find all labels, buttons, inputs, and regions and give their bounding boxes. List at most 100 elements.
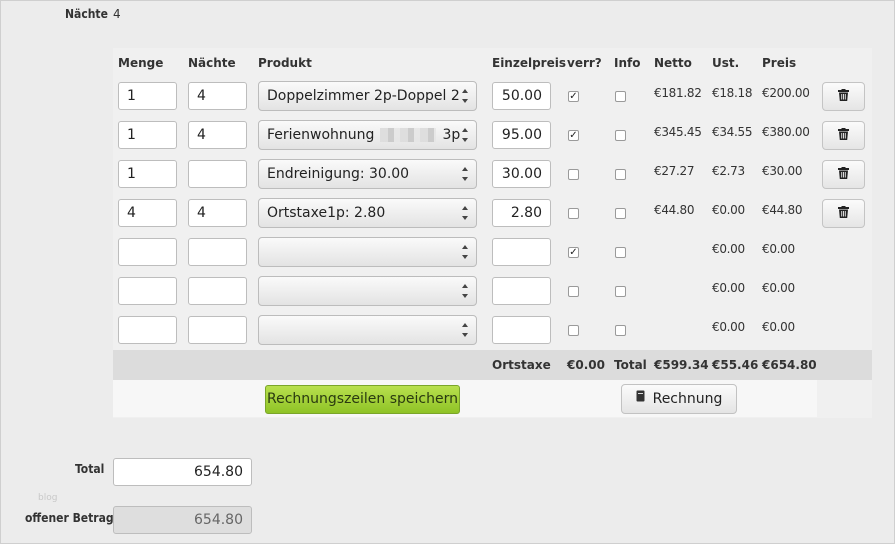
naechte-input[interactable]: 4 bbox=[188, 121, 247, 149]
naechte-value: 4 bbox=[113, 7, 121, 21]
naechte-input[interactable]: 4 bbox=[188, 199, 247, 227]
column-header: Produkt bbox=[258, 56, 312, 70]
delete-row-button[interactable] bbox=[822, 160, 865, 189]
select-arrows-icon bbox=[462, 245, 468, 259]
column-header: Netto bbox=[654, 56, 692, 70]
summary-netto: €599.34 bbox=[654, 358, 709, 372]
select-arrows-icon bbox=[462, 323, 468, 337]
checkmark-icon: ✓ bbox=[569, 247, 578, 258]
naechte-input[interactable] bbox=[188, 160, 247, 188]
verrechnet-checkbox[interactable]: ✓ bbox=[568, 247, 579, 258]
menge-input[interactable] bbox=[118, 316, 177, 344]
info-checkbox[interactable] bbox=[615, 169, 626, 180]
summary-total-label: Total bbox=[614, 358, 647, 372]
offener-betrag-field: 654.80 bbox=[113, 506, 252, 534]
naechte-input[interactable]: 4 bbox=[188, 82, 247, 110]
offener-betrag-label: offener Betrag bbox=[25, 511, 114, 525]
einzelpreis-input[interactable]: 50.00 bbox=[492, 82, 551, 110]
ust-value: €0.00 bbox=[712, 281, 745, 295]
produkt-select[interactable]: Ortstaxe1p: 2.80 bbox=[258, 198, 477, 228]
menge-input[interactable]: 1 bbox=[118, 121, 177, 149]
redacted-text bbox=[380, 128, 437, 142]
ust-value: €0.00 bbox=[712, 320, 745, 334]
summary-preis: €654.80 bbox=[762, 358, 817, 372]
produkt-select[interactable] bbox=[258, 315, 477, 345]
einzelpreis-input[interactable]: 30.00 bbox=[492, 160, 551, 188]
info-checkbox[interactable] bbox=[615, 208, 626, 219]
produkt-select-value: Endreinigung: 30.00 bbox=[267, 166, 410, 182]
delete-row-button[interactable] bbox=[822, 121, 865, 150]
info-checkbox[interactable] bbox=[615, 325, 626, 336]
produkt-select[interactable]: Endreinigung: 30.00 bbox=[258, 159, 477, 189]
trash-icon bbox=[838, 88, 849, 101]
naechte-input[interactable] bbox=[188, 316, 247, 344]
total-field[interactable]: 654.80 bbox=[113, 458, 252, 486]
select-arrows-icon bbox=[462, 284, 468, 298]
einzelpreis-input[interactable] bbox=[492, 277, 551, 305]
menge-input[interactable] bbox=[118, 238, 177, 266]
naechte-input[interactable] bbox=[188, 277, 247, 305]
trash-icon bbox=[838, 205, 849, 218]
invoice-button[interactable]: Rechnung bbox=[621, 384, 737, 414]
preis-value: €0.00 bbox=[762, 320, 795, 334]
einzelpreis-input[interactable] bbox=[492, 316, 551, 344]
info-checkbox[interactable] bbox=[615, 91, 626, 102]
menge-input[interactable]: 1 bbox=[118, 160, 177, 188]
trash-icon bbox=[838, 127, 849, 140]
verrechnet-checkbox[interactable] bbox=[568, 208, 579, 219]
einzelpreis-input[interactable]: 95.00 bbox=[492, 121, 551, 149]
preis-value: €30.00 bbox=[762, 164, 803, 178]
verrechnet-checkbox[interactable]: ✓ bbox=[568, 91, 579, 102]
produkt-select[interactable]: Doppelzimmer 2p-Doppel 2 bbox=[258, 81, 477, 111]
menge-input[interactable]: 1 bbox=[118, 82, 177, 110]
info-checkbox[interactable] bbox=[615, 130, 626, 141]
total-label: Total bbox=[75, 462, 105, 476]
column-header: verr? bbox=[567, 56, 602, 70]
select-arrows-icon bbox=[462, 167, 468, 181]
naechte-input[interactable] bbox=[188, 238, 247, 266]
verrechnet-checkbox[interactable]: ✓ bbox=[568, 130, 579, 141]
ust-value: €2.73 bbox=[712, 164, 745, 178]
select-arrows-icon bbox=[462, 128, 468, 142]
select-arrows-icon bbox=[462, 89, 468, 103]
save-lines-button[interactable]: Rechnungszeilen speichern bbox=[265, 385, 460, 414]
invoice-button-label: Rechnung bbox=[652, 391, 723, 407]
menge-input[interactable]: 4 bbox=[118, 199, 177, 227]
preis-value: €0.00 bbox=[762, 242, 795, 256]
checkmark-icon: ✓ bbox=[569, 130, 578, 141]
ust-value: €34.55 bbox=[712, 125, 753, 139]
produkt-select[interactable]: Ferienwohnung 3p bbox=[258, 120, 477, 150]
einzelpreis-input[interactable] bbox=[492, 238, 551, 266]
netto-value: €27.27 bbox=[654, 164, 695, 178]
column-header: Menge bbox=[118, 56, 164, 70]
info-checkbox[interactable] bbox=[615, 286, 626, 297]
preis-value: €200.00 bbox=[762, 86, 810, 100]
menge-input[interactable] bbox=[118, 277, 177, 305]
column-header: Nächte bbox=[188, 56, 236, 70]
produkt-select[interactable] bbox=[258, 237, 477, 267]
column-header: Einzelpreis bbox=[492, 56, 566, 70]
delete-row-button[interactable] bbox=[822, 82, 865, 111]
select-arrows-icon bbox=[462, 206, 468, 220]
verrechnet-checkbox[interactable] bbox=[568, 286, 579, 297]
column-header: Info bbox=[614, 56, 641, 70]
netto-value: €44.80 bbox=[654, 203, 695, 217]
preis-value: €0.00 bbox=[762, 281, 795, 295]
naechte-label: Nächte bbox=[65, 7, 108, 21]
column-header: Preis bbox=[762, 56, 797, 70]
ust-value: €0.00 bbox=[712, 242, 745, 256]
delete-row-button[interactable] bbox=[822, 199, 865, 228]
info-checkbox[interactable] bbox=[615, 247, 626, 258]
trash-icon bbox=[838, 166, 849, 179]
verrechnet-checkbox[interactable] bbox=[568, 169, 579, 180]
produkt-select-value: Ferienwohnung bbox=[267, 127, 375, 143]
einzelpreis-input[interactable]: 2.80 bbox=[492, 199, 551, 227]
summary-ust: €55.46 bbox=[712, 358, 759, 372]
netto-value: €181.82 bbox=[654, 86, 702, 100]
produkt-select[interactable] bbox=[258, 276, 477, 306]
column-header: Ust. bbox=[712, 56, 740, 70]
verrechnet-checkbox[interactable] bbox=[568, 325, 579, 336]
produkt-select-value: Ortstaxe1p: 2.80 bbox=[267, 205, 386, 221]
produkt-select-suffix: 3p bbox=[442, 127, 461, 143]
preis-value: €44.80 bbox=[762, 203, 803, 217]
